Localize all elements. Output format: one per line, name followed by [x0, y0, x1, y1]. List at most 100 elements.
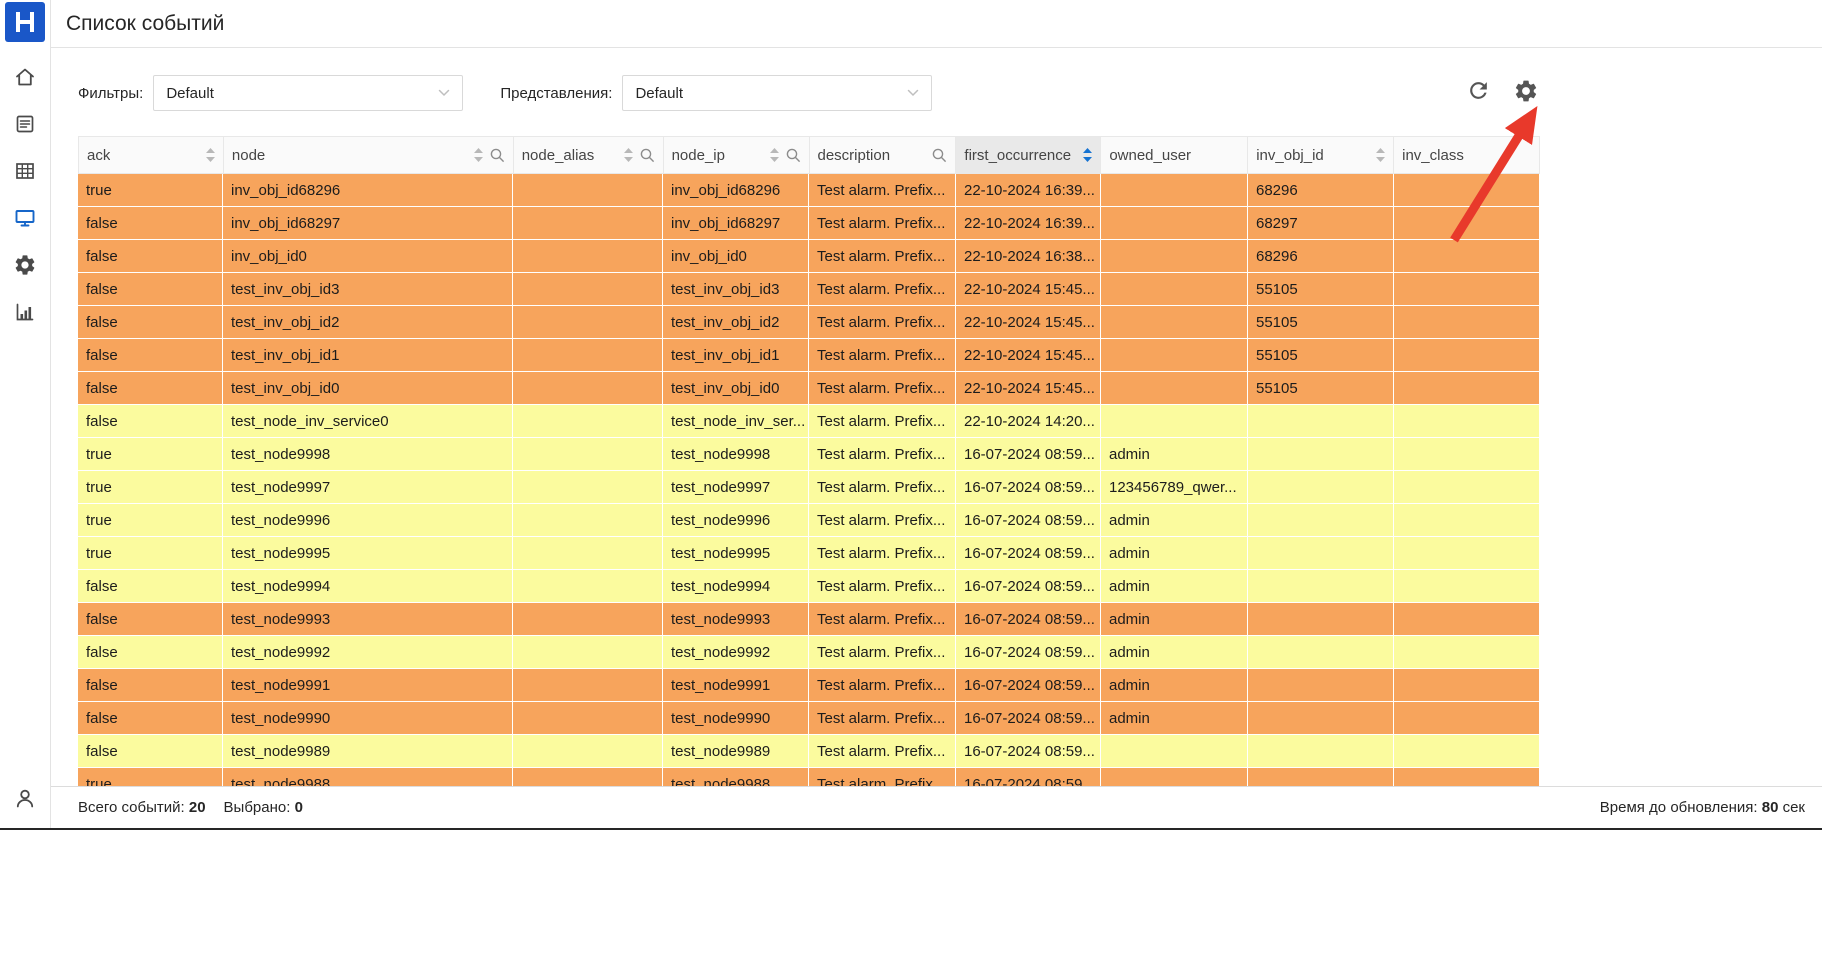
- column-header-inv_class[interactable]: inv_class: [1394, 136, 1540, 174]
- table-row[interactable]: truetest_node9996test_node9996Test alarm…: [78, 504, 1540, 537]
- table-row[interactable]: falsetest_inv_obj_id3test_inv_obj_id3Tes…: [78, 273, 1540, 306]
- cell-node: test_node9992: [223, 636, 513, 668]
- search-icon[interactable]: [932, 148, 947, 163]
- table-row[interactable]: falsetest_node9991test_node9991Test alar…: [78, 669, 1540, 702]
- cell-inv_class: [1394, 405, 1540, 437]
- table-row[interactable]: falsetest_node9992test_node9992Test alar…: [78, 636, 1540, 669]
- cell-first_occurrence: 16-07-2024 08:59...: [956, 504, 1101, 536]
- refresh-countdown-value: 80: [1762, 799, 1779, 816]
- table-row[interactable]: falsetest_node9989test_node9989Test alar…: [78, 735, 1540, 768]
- column-label: owned_user: [1109, 147, 1191, 164]
- cell-description: Test alarm. Prefix...: [809, 207, 956, 239]
- cell-inv_obj_id: [1248, 405, 1394, 437]
- column-header-node_alias[interactable]: node_alias: [514, 136, 664, 174]
- search-icon[interactable]: [786, 148, 801, 163]
- cell-node: test_node9988: [223, 768, 513, 786]
- sidebar-item-journal[interactable]: [9, 110, 41, 142]
- column-header-icons: [624, 148, 655, 163]
- cell-inv_obj_id: [1248, 570, 1394, 602]
- sidebar-item-monitor[interactable]: [9, 204, 41, 236]
- cell-inv_obj_id: [1248, 438, 1394, 470]
- table-row[interactable]: falsetest_inv_obj_id0test_inv_obj_id0Tes…: [78, 372, 1540, 405]
- selected-events: Выбрано: 0: [224, 799, 303, 816]
- cell-description: Test alarm. Prefix...: [809, 702, 956, 734]
- sort-icon[interactable]: [474, 148, 483, 162]
- column-label: node_ip: [672, 147, 725, 164]
- sidebar-item-stats[interactable]: [9, 298, 41, 330]
- toolbar: Фильтры: Default Представления: Default: [78, 75, 1540, 111]
- views-select[interactable]: Default: [622, 75, 932, 111]
- table-row[interactable]: truetest_node9997test_node9997Test alarm…: [78, 471, 1540, 504]
- cell-ack: false: [78, 273, 223, 305]
- selected-events-label: Выбрано:: [224, 799, 291, 816]
- views-select-value: Default: [635, 85, 683, 102]
- cell-node_ip: test_inv_obj_id2: [663, 306, 809, 338]
- sidebar-item-table[interactable]: [9, 157, 41, 189]
- table-settings-button[interactable]: [1512, 79, 1540, 107]
- sidebar-item-home[interactable]: [9, 63, 41, 95]
- cell-first_occurrence: 16-07-2024 08:59...: [956, 537, 1101, 569]
- sort-icon[interactable]: [1083, 148, 1092, 162]
- cell-node_ip: test_node9991: [663, 669, 809, 701]
- app-logo[interactable]: [5, 2, 45, 42]
- sort-icon[interactable]: [1376, 148, 1385, 162]
- cell-node_ip: test_node9995: [663, 537, 809, 569]
- column-label: first_occurrence: [964, 147, 1071, 164]
- cell-node: inv_obj_id68297: [223, 207, 513, 239]
- user-icon: [13, 786, 37, 815]
- cell-node_alias: [513, 768, 663, 786]
- cell-inv_obj_id: 55105: [1248, 339, 1394, 371]
- cell-owned_user: [1101, 768, 1248, 786]
- cell-node_ip: test_node9989: [663, 735, 809, 767]
- sort-icon[interactable]: [624, 148, 633, 162]
- cell-node_ip: test_node9990: [663, 702, 809, 734]
- gear-icon: [1513, 78, 1539, 109]
- table-row[interactable]: falsetest_inv_obj_id2test_inv_obj_id2Tes…: [78, 306, 1540, 339]
- refresh-button[interactable]: [1464, 79, 1492, 107]
- cell-first_occurrence: 16-07-2024 08:59...: [956, 438, 1101, 470]
- table-row[interactable]: truetest_node9995test_node9995Test alarm…: [78, 537, 1540, 570]
- column-header-node[interactable]: node: [224, 136, 514, 174]
- sidebar-nav: [9, 63, 41, 330]
- sort-icon[interactable]: [770, 148, 779, 162]
- table-row[interactable]: falsetest_node9990test_node9990Test alar…: [78, 702, 1540, 735]
- table-row[interactable]: truetest_node9998test_node9998Test alarm…: [78, 438, 1540, 471]
- column-header-first_occurrence[interactable]: first_occurrence: [956, 136, 1101, 174]
- table-row[interactable]: falsetest_node9994test_node9994Test alar…: [78, 570, 1540, 603]
- table-row[interactable]: trueinv_obj_id68296inv_obj_id68296Test a…: [78, 174, 1540, 207]
- cell-node_alias: [513, 471, 663, 503]
- refresh-countdown-unit: сек: [1783, 799, 1805, 816]
- table-row[interactable]: falseinv_obj_id0inv_obj_id0Test alarm. P…: [78, 240, 1540, 273]
- column-header-icons: [1083, 148, 1092, 162]
- cell-ack: false: [78, 735, 223, 767]
- table-row[interactable]: falseinv_obj_id68297inv_obj_id68297Test …: [78, 207, 1540, 240]
- sidebar-item-settings[interactable]: [9, 251, 41, 283]
- cell-inv_class: [1394, 702, 1540, 734]
- filters-label: Фильтры:: [78, 85, 143, 102]
- column-header-description[interactable]: description: [810, 136, 957, 174]
- table-row[interactable]: falsetest_inv_obj_id1test_inv_obj_id1Tes…: [78, 339, 1540, 372]
- cell-description: Test alarm. Prefix...: [809, 372, 956, 404]
- column-header-node_ip[interactable]: node_ip: [664, 136, 810, 174]
- search-icon[interactable]: [640, 148, 655, 163]
- cell-inv_obj_id: [1248, 636, 1394, 668]
- table-row[interactable]: falsetest_node_inv_service0test_node_inv…: [78, 405, 1540, 438]
- cell-inv_class: [1394, 372, 1540, 404]
- cell-node_ip: test_node9996: [663, 504, 809, 536]
- total-events-label: Всего событий:: [78, 799, 185, 816]
- cell-owned_user: [1101, 372, 1248, 404]
- cell-node: test_node9995: [223, 537, 513, 569]
- status-counts: Всего событий: 20 Выбрано: 0: [78, 799, 303, 816]
- sort-icon[interactable]: [206, 148, 215, 162]
- column-header-owned_user[interactable]: owned_user: [1101, 136, 1248, 174]
- cell-node_ip: test_inv_obj_id1: [663, 339, 809, 371]
- cell-first_occurrence: 16-07-2024 08:59...: [956, 669, 1101, 701]
- filters-select[interactable]: Default: [153, 75, 463, 111]
- sidebar-item-user[interactable]: [9, 784, 41, 816]
- cell-node_ip: test_node9997: [663, 471, 809, 503]
- column-header-inv_obj_id[interactable]: inv_obj_id: [1248, 136, 1394, 174]
- search-icon[interactable]: [490, 148, 505, 163]
- table-row[interactable]: truetest_node9988test_node9988Test alarm…: [78, 768, 1540, 786]
- column-header-ack[interactable]: ack: [79, 136, 224, 174]
- table-row[interactable]: falsetest_node9993test_node9993Test alar…: [78, 603, 1540, 636]
